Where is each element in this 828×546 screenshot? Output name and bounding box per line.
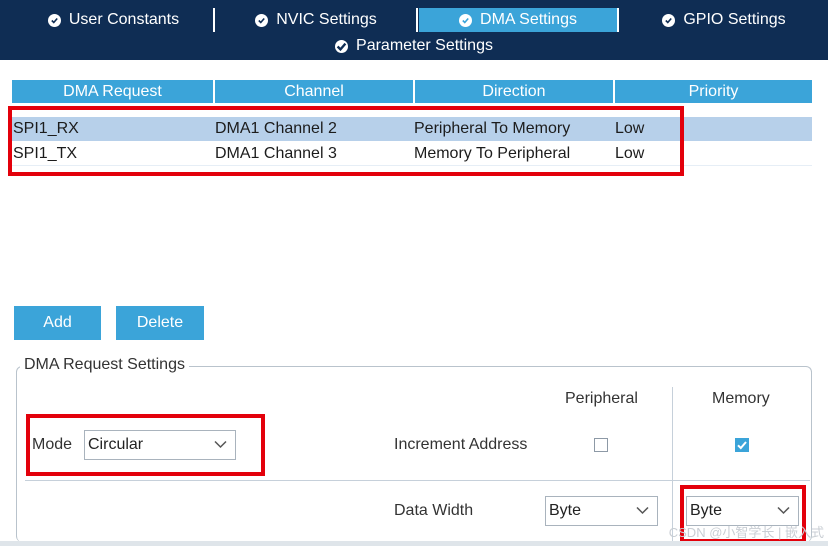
- tab-parameter-settings[interactable]: Parameter Settings: [0, 34, 828, 58]
- memory-header: Memory: [712, 390, 770, 407]
- tab-label: Parameter Settings: [356, 37, 493, 54]
- check-circle-icon: [459, 13, 473, 27]
- data-width-peripheral-select[interactable]: Byte: [545, 496, 658, 526]
- data-width-peripheral-value: Byte: [549, 502, 582, 519]
- column-header-dma-request[interactable]: DMA Request: [12, 80, 213, 103]
- tab-dma-settings[interactable]: DMA Settings: [419, 8, 619, 32]
- cell-direction: Memory To Peripheral: [414, 145, 571, 162]
- table-row[interactable]: SPI1_TX DMA1 Channel 3 Memory To Periphe…: [12, 142, 812, 166]
- check-circle-icon: [662, 13, 676, 27]
- chevron-down-icon: [636, 506, 649, 515]
- peripheral-header: Peripheral: [565, 390, 638, 407]
- tab-gpio-settings[interactable]: GPIO Settings: [620, 8, 828, 32]
- cell-dma-request: SPI1_RX: [13, 120, 79, 137]
- table-row[interactable]: SPI1_RX DMA1 Channel 2 Peripheral To Mem…: [12, 117, 812, 141]
- bottom-border: [0, 541, 828, 546]
- tab-label: GPIO Settings: [683, 11, 786, 28]
- check-circle-icon: [335, 39, 349, 53]
- cell-channel: DMA1 Channel 2: [215, 120, 337, 137]
- cell-priority: Low: [615, 145, 645, 162]
- cell-dma-request: SPI1_TX: [13, 145, 78, 162]
- chevron-down-icon: [214, 440, 227, 449]
- cell-direction: Peripheral To Memory: [414, 120, 571, 137]
- chevron-down-icon: [777, 506, 790, 515]
- column-header-channel[interactable]: Channel: [215, 80, 413, 103]
- watermark: CSDN @小智学长 | 嵌入式: [668, 525, 824, 540]
- cell-channel: DMA1 Channel 3: [215, 145, 337, 162]
- column-divider: [672, 387, 673, 542]
- tab-label: NVIC Settings: [276, 11, 377, 28]
- check-circle-icon: [255, 13, 269, 27]
- increment-memory-checkbox[interactable]: [735, 438, 749, 452]
- tab-label: User Constants: [68, 11, 180, 28]
- cell-priority: Low: [615, 120, 645, 137]
- mode-select[interactable]: Circular: [84, 430, 236, 460]
- settings-tabbar: User Constants NVIC Settings DMA Setting…: [0, 0, 828, 60]
- column-header-priority[interactable]: Priority: [615, 80, 812, 103]
- mode-select-value: Circular: [88, 436, 144, 453]
- tab-label: DMA Settings: [480, 11, 577, 28]
- mode-label: Mode: [32, 436, 73, 453]
- increment-address-label: Increment Address: [394, 436, 528, 453]
- tab-user-constants[interactable]: User Constants: [14, 8, 215, 32]
- data-width-label: Data Width: [394, 502, 474, 519]
- column-header-direction[interactable]: Direction: [415, 80, 613, 103]
- group-title: DMA Request Settings: [20, 356, 189, 374]
- check-circle-icon: [47, 13, 61, 27]
- increment-peripheral-checkbox[interactable]: [594, 438, 608, 452]
- tab-nvic-settings[interactable]: NVIC Settings: [216, 8, 418, 32]
- row-divider: [25, 480, 810, 481]
- data-width-memory-value: Byte: [690, 502, 723, 519]
- delete-button[interactable]: Delete: [116, 306, 204, 340]
- checkmark-icon: [737, 441, 747, 450]
- add-button[interactable]: Add: [14, 306, 101, 340]
